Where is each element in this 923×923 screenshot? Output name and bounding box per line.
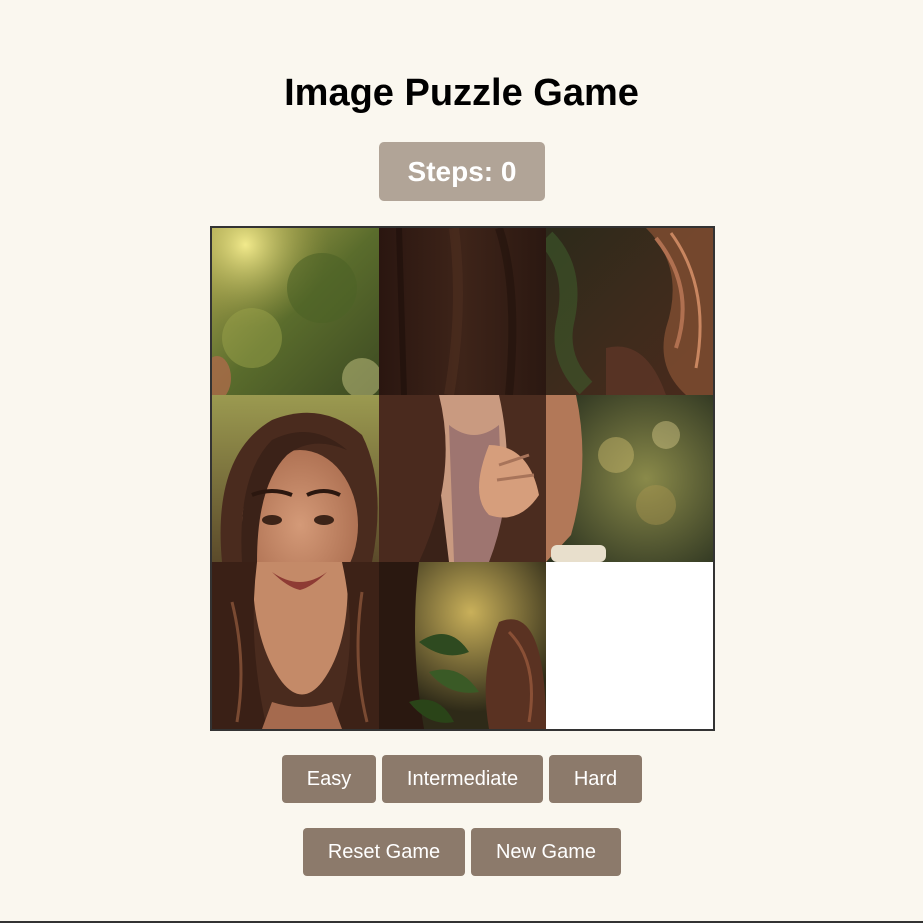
reset-game-button[interactable]: Reset Game — [303, 828, 465, 876]
puzzle-tile[interactable] — [212, 395, 379, 562]
tile-image-hair-leaves — [546, 228, 713, 395]
puzzle-tile[interactable] — [379, 562, 546, 729]
puzzle-board — [210, 226, 715, 731]
intermediate-button[interactable]: Intermediate — [382, 755, 543, 803]
puzzle-tile[interactable] — [379, 395, 546, 562]
hard-button[interactable]: Hard — [549, 755, 642, 803]
tile-image-chin — [212, 562, 379, 729]
puzzle-tile[interactable] — [212, 228, 379, 395]
page-title: Image Puzzle Game — [284, 72, 639, 114]
tile-image-bokeh-cup — [546, 395, 713, 562]
empty-tile[interactable] — [546, 562, 713, 729]
tile-image-face — [212, 395, 379, 562]
tile-image-hand — [379, 395, 546, 562]
tile-image-leaves — [379, 562, 546, 729]
puzzle-tile[interactable] — [212, 562, 379, 729]
tile-image-bokeh-left — [212, 228, 379, 395]
puzzle-tile[interactable] — [379, 228, 546, 395]
new-game-button[interactable]: New Game — [471, 828, 621, 876]
easy-button[interactable]: Easy — [282, 755, 376, 803]
puzzle-page: Image Puzzle Game Steps: 0 Easy Intermed… — [0, 0, 923, 923]
tile-image-sweater — [379, 228, 546, 395]
puzzle-tile[interactable] — [546, 228, 713, 395]
puzzle-tile[interactable] — [546, 395, 713, 562]
steps-counter: Steps: 0 — [379, 142, 545, 201]
